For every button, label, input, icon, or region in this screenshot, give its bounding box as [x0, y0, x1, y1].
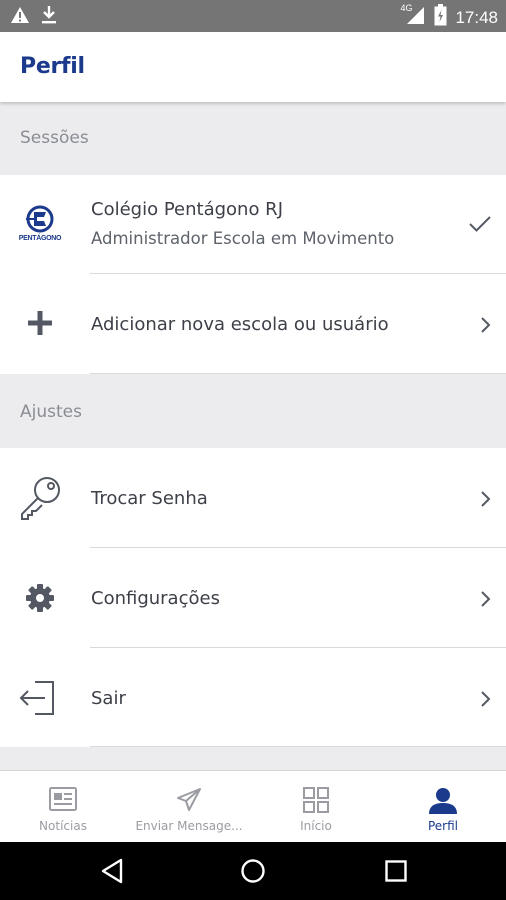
chevron-right-icon: [480, 490, 492, 513]
newspaper-icon: [0, 787, 126, 817]
session-item-school[interactable]: PENTÁGONO Colégio Pentágono RJ Administr…: [0, 175, 506, 274]
nav-tab-home[interactable]: Início: [253, 771, 379, 843]
download-icon: [40, 5, 58, 30]
gear-icon: [14, 584, 66, 612]
page-title: Perfil: [20, 54, 85, 79]
user-icon: [380, 787, 506, 817]
session-school-name: Colégio Pentágono RJ: [91, 199, 283, 220]
nav-label-news: Notícias: [39, 819, 87, 833]
key-icon: [14, 474, 66, 522]
chevron-right-icon: [480, 590, 492, 613]
logout-icon: [14, 678, 66, 718]
session-role: Administrador Escola em Movimento: [91, 229, 395, 248]
home-icon[interactable]: [238, 856, 268, 886]
warning-icon: [10, 6, 30, 29]
logout-label: Sair: [91, 688, 126, 709]
add-school-item[interactable]: Adicionar nova escola ou usuário: [0, 274, 506, 374]
pentagono-logo-icon: [26, 205, 54, 233]
bottom-nav: Notícias Enviar Mensage... Início Perfil: [0, 770, 506, 842]
chevron-right-icon: [480, 316, 492, 339]
section-header-sessions: Sessões: [0, 102, 506, 175]
chevron-right-icon: [480, 690, 492, 713]
divider: [90, 746, 506, 747]
app-bar: Perfil: [0, 32, 506, 102]
recents-icon[interactable]: [381, 856, 411, 886]
nav-label-home: Início: [300, 819, 332, 833]
add-school-label: Adicionar nova escola ou usuário: [91, 314, 389, 335]
nav-tab-news[interactable]: Notícias: [0, 771, 126, 843]
check-icon: [468, 215, 492, 238]
logo-text: PENTÁGONO: [18, 235, 62, 242]
nav-tab-send-message[interactable]: Enviar Mensage...: [126, 771, 252, 843]
plus-icon: [14, 310, 66, 336]
section-header-settings: Ajustes: [0, 374, 506, 448]
logout-item[interactable]: Sair: [0, 648, 506, 747]
system-nav-bar: [0, 842, 506, 900]
nav-label-send-message: Enviar Mensage...: [135, 819, 243, 833]
status-time: 17:48: [455, 7, 498, 27]
grid-icon: [253, 787, 379, 817]
nav-label-profile: Perfil: [427, 819, 459, 833]
change-password-label: Trocar Senha: [91, 488, 208, 509]
signal-icon: 4G: [400, 3, 426, 30]
change-password-item[interactable]: Trocar Senha: [0, 448, 506, 548]
back-icon[interactable]: [97, 856, 127, 886]
battery-icon: [434, 4, 447, 31]
settings-item[interactable]: Configurações: [0, 548, 506, 648]
nav-tab-profile[interactable]: Perfil: [380, 771, 506, 843]
status-bar: 4G 17:48: [0, 0, 506, 32]
settings-label: Configurações: [91, 588, 220, 609]
paper-plane-icon: [126, 787, 252, 817]
school-logo: PENTÁGONO: [14, 197, 66, 249]
